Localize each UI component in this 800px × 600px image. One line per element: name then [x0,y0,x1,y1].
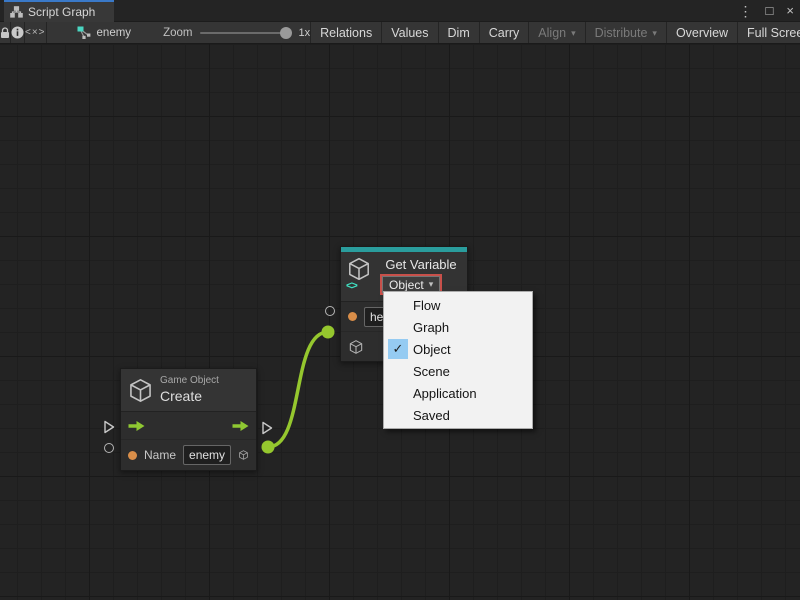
variable-name-input-port[interactable] [325,306,335,316]
info-icon [11,26,24,39]
menu-item-graph[interactable]: Graph [384,316,532,338]
tab-title: Script Graph [28,5,95,19]
create-node-header: Game Object Create [121,369,256,411]
maximize-button[interactable]: □ [766,0,774,22]
zoom-slider-knob[interactable] [280,27,292,39]
flow-in-arrow-icon[interactable] [128,421,145,431]
node-title: Create [160,388,219,406]
flow-out-arrow-icon[interactable] [232,421,249,431]
graph-breadcrumb[interactable]: enemy [77,22,132,43]
wire-target-port[interactable] [322,326,335,339]
toolbar-button-align[interactable]: Align ▾ [528,22,584,43]
tab-script-graph[interactable]: Script Graph [4,0,114,22]
lock-icon [0,27,10,39]
zoom-value: 1x [298,27,310,39]
name-port-row: Name enemy [121,439,256,470]
menu-item-saved[interactable]: Saved [384,404,532,426]
value-port-dot[interactable] [348,312,357,321]
chevron-down-icon: ▾ [429,279,434,290]
node-title: Get Variable [380,256,462,272]
node-category: Game Object [160,375,219,388]
graph-icon [77,26,92,40]
lock-button[interactable] [0,22,11,43]
menu-item-flow[interactable]: Flow [384,294,532,316]
code-icon: <×> [25,27,46,38]
zoom-control: Zoom 1x [163,22,310,43]
toolbar-button-relations[interactable]: Relations [310,22,381,43]
create-game-object-node[interactable]: Game Object Create Name enemy [120,368,257,471]
flow-output-port[interactable] [261,421,273,435]
zoom-to-fit-button[interactable]: <×> [25,22,47,43]
graph-canvas[interactable]: Game Object Create Name enemy [0,44,800,600]
name-label: Name [144,448,176,462]
flow-input-port[interactable] [103,420,115,434]
toolbar-button-dim[interactable]: Dim [438,22,479,43]
variable-cube-icon: <> [346,256,376,290]
window-tab-bar: Script Graph ⋮ □ × [0,0,800,22]
graph-toolbar: <×> enemy Zoom 1x Relations Values Dim C… [0,22,800,44]
zoom-slider[interactable] [200,32,290,34]
toolbar-button-overview[interactable]: Overview [666,22,737,43]
menu-item-scene[interactable]: Scene [384,360,532,382]
zoom-label: Zoom [163,27,192,39]
connection-wire[interactable] [268,332,328,447]
breadcrumb-label: enemy [97,27,132,39]
cube-icon [127,377,154,404]
hierarchy-icon [10,6,23,18]
game-object-port-icon[interactable] [348,339,364,355]
toolbar-button-distribute[interactable]: Distribute ▾ [585,22,666,43]
name-input-port[interactable] [104,443,114,453]
toolbar-button-values[interactable]: Values [381,22,437,43]
game-object-port-icon[interactable] [238,447,249,463]
check-icon: ✓ [388,339,408,359]
toolbar-button-carry[interactable]: Carry [479,22,529,43]
menu-item-application[interactable]: Application [384,382,532,404]
info-button[interactable] [11,22,25,43]
scope-dropdown-menu: Flow Graph ✓ Object Scene Application Sa… [383,291,533,429]
chevron-down-icon: ▾ [652,28,657,39]
flow-port-row [121,412,256,439]
name-input[interactable]: enemy [183,445,231,465]
close-button[interactable]: × [786,0,794,22]
code-brackets-icon: <> [346,280,357,292]
value-port-dot[interactable] [128,451,137,460]
menu-item-object[interactable]: ✓ Object [384,338,532,360]
wire-source-port[interactable] [262,441,275,454]
toolbar-button-fullscreen[interactable]: Full Screen [737,22,800,43]
chevron-down-icon: ▾ [571,28,576,39]
window-menu-button[interactable]: ⋮ [739,0,753,22]
